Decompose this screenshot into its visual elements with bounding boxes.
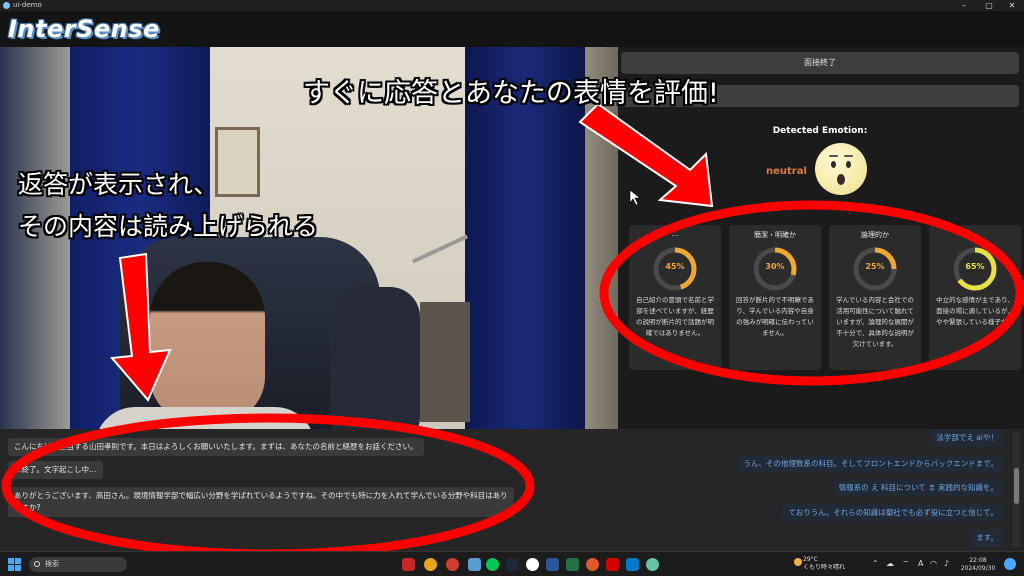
- windows-start-icon[interactable]: [8, 558, 21, 571]
- weather-icon: [794, 558, 802, 566]
- annotation-ellipse: [599, 200, 1024, 386]
- app-icon[interactable]: [606, 558, 619, 571]
- chrome-icon[interactable]: [424, 558, 437, 571]
- weather-desc: くもり時々晴れ: [803, 564, 846, 571]
- mouse-cursor-icon: [629, 189, 641, 206]
- taskbar: 検索 29°C くもり時々晴れ ⌃ ☁ ⌔ A ◠ ♪ 22:08 2024/0…: [0, 551, 1024, 576]
- search-placeholder: 検索: [45, 560, 59, 568]
- copilot-icon[interactable]: [1004, 558, 1016, 570]
- steam-icon[interactable]: [506, 558, 519, 571]
- taskbar-clock[interactable]: 22:08 2024/09/30: [958, 557, 998, 573]
- clock-date: 2024/09/30: [960, 565, 996, 572]
- word-icon[interactable]: [546, 558, 559, 571]
- annotation-caption: すぐに応答とあなたの表情を評価!: [303, 78, 719, 109]
- app-icon[interactable]: [646, 558, 659, 571]
- network-icon[interactable]: ⌔: [902, 559, 910, 569]
- annotation-ellipse: [1, 413, 535, 559]
- github-icon[interactable]: [526, 558, 539, 571]
- clock-time: 22:08: [969, 557, 987, 564]
- weather-widget[interactable]: 29°C くもり時々晴れ: [794, 556, 846, 572]
- app-icon[interactable]: [402, 558, 415, 571]
- excel-icon[interactable]: [566, 558, 579, 571]
- cloud-icon[interactable]: ☁: [886, 559, 894, 568]
- search-icon: [34, 561, 40, 567]
- wifi-icon[interactable]: ◠: [930, 559, 937, 568]
- app-icon[interactable]: [468, 558, 481, 571]
- tray-chevron-icon[interactable]: ⌃: [872, 559, 879, 568]
- annotation-caption: その内容は読み上げられる: [18, 212, 319, 241]
- annotation-caption: 返答が表示され、: [18, 170, 219, 199]
- volume-icon[interactable]: ♪: [944, 559, 949, 568]
- annotation-arrow-icon: [578, 102, 714, 208]
- app-window: ui-demo – ▢ ✕ InterSense 面接終了 Detected E…: [0, 0, 1024, 576]
- line-icon[interactable]: [486, 558, 499, 571]
- taskbar-search[interactable]: 検索: [29, 557, 127, 572]
- weather-temp: 29°C: [803, 556, 818, 563]
- annotation-arrow-icon: [109, 252, 172, 402]
- input-language[interactable]: A: [918, 559, 923, 568]
- chrome-alt-icon[interactable]: [446, 558, 459, 571]
- vscode-icon[interactable]: [626, 558, 639, 571]
- app-icon[interactable]: [586, 558, 599, 571]
